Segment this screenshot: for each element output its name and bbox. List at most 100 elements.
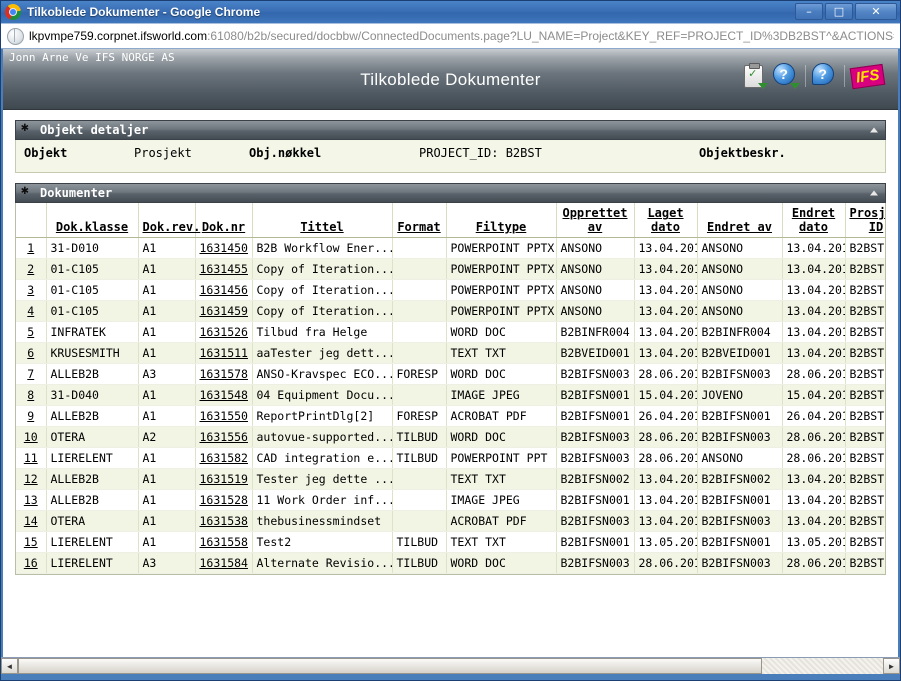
chevron-up-icon[interactable] [870, 190, 878, 196]
scrollbar-thumb[interactable] [18, 658, 762, 674]
table-row[interactable]: 7 ALLEB2B A3 1631578 ANSO-Kravspec ECO... FOR… [16, 363, 885, 385]
cell-dok-nr-link[interactable]: 1631548 [195, 384, 253, 406]
row-index-link[interactable]: 13 [16, 489, 47, 511]
help-menu-button[interactable]: ? [772, 63, 800, 89]
col-header-filtype[interactable]: Filtype [446, 203, 557, 238]
page-viewport: Jonn Arne Ve IFS NORGE AS Tilkoblede Dok… [1, 49, 900, 657]
table-row[interactable]: 12 ALLEB2B A1 1631519 Tester jeg dette ... TE… [16, 468, 885, 490]
col-header-endret-av[interactable]: Endret av [697, 203, 783, 238]
horizontal-scrollbar[interactable]: ◄ ► [1, 657, 900, 674]
row-index-link[interactable]: 15 [16, 531, 47, 553]
col-header-tittel[interactable]: Tittel [252, 203, 393, 238]
row-index-link[interactable]: 9 [16, 405, 47, 427]
cell-dok-nr-link[interactable]: 1631556 [195, 426, 253, 448]
cell-endret-av: ANSONO [697, 258, 783, 280]
table-row[interactable]: 8 31-D040 A1 1631548 04 Equipment Docu... IMA… [16, 384, 885, 406]
cell-dok-nr-link[interactable]: 1631558 [195, 531, 253, 553]
row-index-link[interactable]: 16 [16, 552, 47, 574]
cell-dok-nr-link[interactable]: 1631450 [195, 237, 253, 259]
row-index-link[interactable]: 10 [16, 426, 47, 448]
cell-dok-rev: A1 [138, 510, 196, 532]
col-header-dok-klasse[interactable]: Dok.klasse [46, 203, 139, 238]
row-index-link[interactable]: 6 [16, 342, 47, 364]
row-index-link[interactable]: 11 [16, 447, 47, 469]
row-index-link[interactable]: 2 [16, 258, 47, 280]
cell-prosjekt-id: B2BST [845, 321, 885, 343]
table-row[interactable]: 5 INFRATEK A1 1631526 Tilbud fra Helge WORD D… [16, 321, 885, 343]
col-header-prosjekt-id[interactable]: Prosjekt ID [845, 203, 885, 238]
close-button[interactable]: ✕ [855, 3, 897, 20]
table-row[interactable]: 10 OTERA A2 1631556 autovue-supported... TILB… [16, 426, 885, 448]
address-bar[interactable]: lkpvmpe759.corpnet.ifsworld.com :61080/b… [1, 23, 900, 49]
row-index-link[interactable]: 3 [16, 279, 47, 301]
cell-opprettet-av: B2BIFSN003 [556, 552, 635, 574]
scroll-left-button[interactable]: ◄ [1, 658, 18, 674]
scrollbar-track[interactable] [18, 658, 883, 674]
cell-dok-nr-link[interactable]: 1631511 [195, 342, 253, 364]
cell-dok-klasse: 31-D010 [46, 237, 139, 259]
col-header-laget-dato[interactable]: Laget dato [634, 203, 698, 238]
col-header-dok-rev[interactable]: Dok.rev. [138, 203, 200, 238]
help-button[interactable]: ? [811, 63, 838, 89]
cell-prosjekt-id: B2BST [845, 468, 885, 490]
maximize-button[interactable]: □ [825, 3, 853, 20]
row-index-link[interactable]: 14 [16, 510, 47, 532]
cell-dok-nr-link[interactable]: 1631550 [195, 405, 253, 427]
cell-endret-av: B2BVEID001 [697, 342, 783, 364]
scroll-right-button[interactable]: ► [883, 658, 900, 674]
table-row[interactable]: 4 01-C105 A1 1631459 Copy of Iteration... POW… [16, 300, 885, 322]
section-header-object-details[interactable]: Objekt detaljer [15, 120, 886, 140]
cell-dok-rev: A1 [138, 279, 196, 301]
cell-endret-dato: 28.06.2011 [782, 426, 846, 448]
cell-format [392, 468, 447, 490]
cell-dok-nr-link[interactable]: 1631528 [195, 489, 253, 511]
cell-dok-nr-link[interactable]: 1631455 [195, 258, 253, 280]
col-header-endret-dato[interactable]: Endret dato [782, 203, 846, 238]
cell-prosjekt-id: B2BST [845, 405, 885, 427]
cell-dok-nr-link[interactable]: 1631584 [195, 552, 253, 574]
table-row[interactable]: 9 ALLEB2B A1 1631550 ReportPrintDlg[2] FORESP… [16, 405, 885, 427]
col-header-format[interactable]: Format [392, 203, 447, 238]
cell-dok-nr-link[interactable]: 1631582 [195, 447, 253, 469]
row-index-link[interactable]: 4 [16, 300, 47, 322]
cell-endret-av: B2BIFSN002 [697, 468, 783, 490]
cell-dok-nr-link[interactable]: 1631459 [195, 300, 253, 322]
row-index-link[interactable]: 8 [16, 384, 47, 406]
col-header-opprettet-av[interactable]: Opprettet av [556, 203, 635, 238]
cell-endret-dato: 13.04.2011 [782, 279, 846, 301]
url-host: lkpvmpe759.corpnet.ifsworld.com [29, 29, 208, 43]
row-index-link[interactable]: 12 [16, 468, 47, 490]
cell-laget-dato: 13.04.2011 [634, 258, 698, 280]
minimize-button[interactable]: – [795, 3, 823, 20]
table-row[interactable]: 14 OTERA A1 1631538 thebusinessmindset ACROBA… [16, 510, 885, 532]
cell-dok-klasse: ALLEB2B [46, 489, 139, 511]
table-row[interactable]: 3 01-C105 A1 1631456 Copy of Iteration... POW… [16, 279, 885, 301]
col-header-dok-nr[interactable]: Dok.nr [195, 203, 253, 238]
label-objektbeskr: Objektbeskr. [699, 146, 786, 160]
cell-opprettet-av: B2BIFSN002 [556, 468, 635, 490]
cell-dok-nr-link[interactable]: 1631578 [195, 363, 253, 385]
cell-opprettet-av: ANSONO [556, 300, 635, 322]
cell-dok-nr-link[interactable]: 1631538 [195, 510, 253, 532]
table-row[interactable]: 13 ALLEB2B A1 1631528 11 Work Order inf... IM… [16, 489, 885, 511]
row-index-link[interactable]: 1 [16, 237, 47, 259]
clipboard-actions-button[interactable] [741, 63, 768, 89]
cell-dok-nr-link[interactable]: 1631526 [195, 321, 253, 343]
cell-opprettet-av: B2BIFSN003 [556, 426, 635, 448]
cell-dok-nr-link[interactable]: 1631456 [195, 279, 253, 301]
table-row[interactable]: 16 LIERELENT A3 1631584 Alternate Revisio...… [16, 552, 885, 574]
cell-dok-nr-link[interactable]: 1631519 [195, 468, 253, 490]
table-row[interactable]: 2 01-C105 A1 1631455 Copy of Iteration... POW… [16, 258, 885, 280]
table-row[interactable]: 11 LIERELENT A1 1631582 CAD integration e...… [16, 447, 885, 469]
table-row[interactable]: 15 LIERELENT A1 1631558 Test2 TILBUD TEXT TXT B… [16, 531, 885, 553]
section-header-documents[interactable]: Dokumenter [15, 183, 886, 203]
cell-opprettet-av: B2BIFSN003 [556, 447, 635, 469]
row-index-link[interactable]: 7 [16, 363, 47, 385]
cell-dok-klasse: KRUSESMITH [46, 342, 139, 364]
chevron-up-icon[interactable] [870, 127, 878, 133]
row-index-link[interactable]: 5 [16, 321, 47, 343]
cell-laget-dato: 13.04.2011 [634, 300, 698, 322]
table-row[interactable]: 1 31-D010 A1 1631450 B2B Workflow Ener... POW… [16, 237, 885, 259]
table-body: 1 31-D010 A1 1631450 B2B Workflow Ener... POW… [16, 237, 885, 574]
table-row[interactable]: 6 KRUSESMITH A1 1631511 aaTester jeg dett...… [16, 342, 885, 364]
